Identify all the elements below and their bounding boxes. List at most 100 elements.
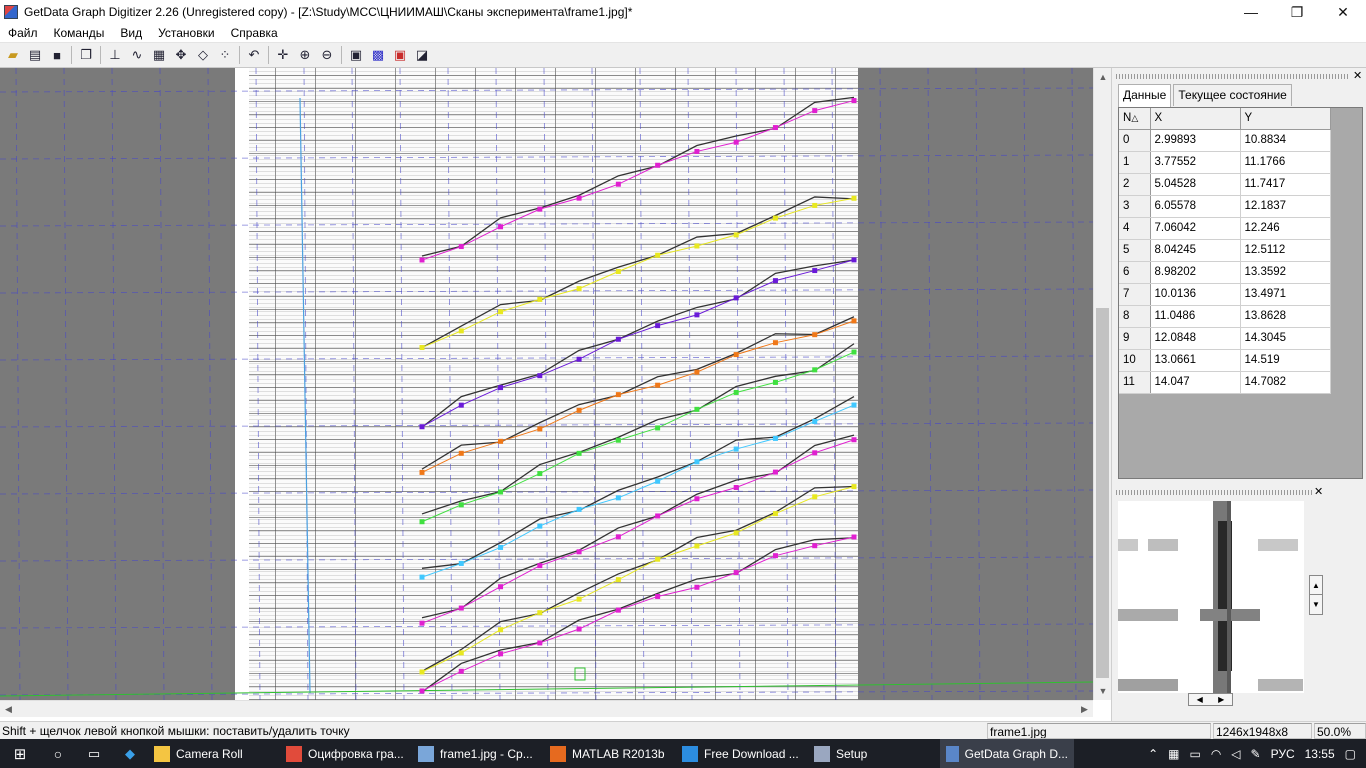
scroll-left-icon[interactable]: ◀ [0, 701, 17, 718]
cell-x[interactable]: 7.06042 [1150, 217, 1241, 240]
table-row[interactable]: 11 14.047 14.7082 [1119, 371, 1331, 394]
cell-x[interactable]: 6.05578 [1150, 195, 1241, 218]
tab-current-state[interactable]: Текущее состояние [1173, 84, 1292, 106]
tray-battery-icon[interactable]: ▭ [1189, 747, 1200, 761]
cell-y[interactable]: 12.1837 [1240, 195, 1331, 218]
clock[interactable]: 13:55 [1305, 747, 1335, 761]
undo-icon[interactable]: ↶ [243, 44, 265, 66]
cell-n[interactable]: 1 [1119, 151, 1151, 174]
column-header-x[interactable]: X [1150, 108, 1241, 130]
telegram-icon[interactable]: ◆ [112, 739, 148, 768]
cell-y[interactable]: 14.7082 [1240, 371, 1331, 394]
tab-data[interactable]: Данные [1118, 84, 1172, 107]
scroll-up-icon[interactable]: ▲ [1094, 68, 1112, 85]
table-row[interactable]: 4 7.06042 12.246 [1119, 217, 1331, 240]
menu-file[interactable]: Файл [0, 24, 46, 43]
cell-n[interactable]: 6 [1119, 261, 1151, 284]
vertical-scrollbar[interactable]: ▲ ▼ [1093, 68, 1111, 700]
scroll-right-icon[interactable]: ▶ [1076, 701, 1093, 718]
menu-view[interactable]: Вид [112, 24, 150, 43]
column-header-n[interactable]: N△ [1119, 108, 1151, 130]
table-row[interactable]: 1 3.77552 11.1766 [1119, 151, 1331, 174]
zoom-in-icon[interactable]: ⊕ [294, 44, 316, 66]
cell-n[interactable]: 8 [1119, 305, 1151, 328]
eraser-icon[interactable]: ◇ [192, 44, 214, 66]
notifications-icon[interactable]: ▢ [1345, 747, 1356, 761]
taskbar-item[interactable]: frame1.jpg - Ср... [412, 739, 544, 768]
tray-chevron-icon[interactable]: ⌃ [1148, 747, 1158, 761]
grid-icon[interactable]: ▩ [367, 44, 389, 66]
tray-pen-icon[interactable]: ✎ [1251, 747, 1261, 761]
cell-y[interactable]: 14.519 [1240, 349, 1331, 372]
cell-n[interactable]: 10 [1119, 349, 1151, 372]
cell-y[interactable]: 13.3592 [1240, 261, 1331, 284]
table-row[interactable]: 7 10.0136 13.4971 [1119, 283, 1331, 306]
table-row[interactable]: 5 8.04245 12.5112 [1119, 239, 1331, 262]
cell-n[interactable]: 7 [1119, 283, 1151, 306]
cell-y[interactable]: 12.246 [1240, 217, 1331, 240]
cell-x[interactable]: 13.0661 [1150, 349, 1241, 372]
menu-help[interactable]: Справка [223, 24, 286, 43]
cell-n[interactable]: 11 [1119, 371, 1151, 394]
line-digitize-icon[interactable]: ∿ [126, 44, 148, 66]
cell-x[interactable]: 2.99893 [1150, 129, 1241, 152]
cell-x[interactable]: 12.0848 [1150, 327, 1241, 350]
cell-n[interactable]: 3 [1119, 195, 1151, 218]
search-icon[interactable]: ○ [40, 739, 76, 768]
menu-settings[interactable]: Установки [150, 24, 222, 43]
table-row[interactable]: 9 12.0848 14.3045 [1119, 327, 1331, 350]
table-row[interactable]: 3 6.05578 12.1837 [1119, 195, 1331, 218]
maximize-button[interactable]: ❐ [1274, 0, 1320, 24]
zoom-out-icon[interactable]: ⊖ [316, 44, 338, 66]
cell-x[interactable]: 3.77552 [1150, 151, 1241, 174]
taskbar-item[interactable]: Camera Roll [148, 739, 280, 768]
table-row[interactable]: 8 11.0486 13.8628 [1119, 305, 1331, 328]
column-header-y[interactable]: Y [1240, 108, 1331, 130]
points-icon[interactable]: ▣ [389, 44, 411, 66]
table-row[interactable]: 6 8.98202 13.3592 [1119, 261, 1331, 284]
cell-y[interactable]: 14.3045 [1240, 327, 1331, 350]
cell-x[interactable]: 8.98202 [1150, 261, 1241, 284]
cell-y[interactable]: 10.8834 [1240, 129, 1331, 152]
panel-grip[interactable] [1116, 74, 1348, 79]
tray-volume-icon[interactable]: ◁ [1231, 747, 1240, 761]
copy-icon[interactable]: ❐ [75, 44, 97, 66]
cell-n[interactable]: 9 [1119, 327, 1151, 350]
cell-x[interactable]: 11.0486 [1150, 305, 1241, 328]
point-capture-icon[interactable]: ✥ [170, 44, 192, 66]
scroll-thumb[interactable] [1096, 308, 1109, 678]
area-digitize-icon[interactable]: ▦ [148, 44, 170, 66]
scroll-down-icon[interactable]: ▼ [1094, 682, 1112, 699]
point-sort-icon[interactable]: ⁘ [214, 44, 236, 66]
digitize-overlay[interactable] [0, 68, 1093, 700]
cell-y[interactable]: 13.8628 [1240, 305, 1331, 328]
cell-y[interactable]: 12.5112 [1240, 239, 1331, 262]
axis-icon[interactable]: ⊥ [104, 44, 126, 66]
save-icon[interactable]: ■ [46, 44, 68, 66]
close-button[interactable]: ✕ [1320, 0, 1366, 24]
magnifier-left-icon[interactable]: ◀ [1197, 695, 1203, 704]
taskbar-item[interactable]: GetData Graph D... [940, 739, 1074, 768]
task-view-icon[interactable]: ▭ [76, 739, 112, 768]
scan-icon[interactable]: ▤ [24, 44, 46, 66]
magnifier-zoom-spinner[interactable]: ▲ ▼ [1309, 575, 1323, 615]
taskbar-item[interactable]: Setup [808, 739, 940, 768]
magnifier-right-icon[interactable]: ▶ [1218, 695, 1224, 704]
start-icon[interactable]: ⊞ [0, 739, 40, 768]
spin-up-icon[interactable]: ▲ [1310, 576, 1322, 595]
open-icon[interactable]: ▰ [2, 44, 24, 66]
taskbar-item[interactable]: Оцифровка гра... [280, 739, 412, 768]
minimize-button[interactable]: — [1228, 0, 1274, 24]
taskbar-item[interactable]: MATLAB R2013b [544, 739, 676, 768]
cell-y[interactable]: 11.7417 [1240, 173, 1331, 196]
cell-y[interactable]: 11.1766 [1240, 151, 1331, 174]
cell-y[interactable]: 13.4971 [1240, 283, 1331, 306]
table-row[interactable]: 0 2.99893 10.8834 [1119, 129, 1331, 152]
digitizer-canvas[interactable] [0, 68, 1093, 700]
magnifier-close-icon[interactable]: ✕ [1314, 485, 1323, 498]
cell-x[interactable]: 5.04528 [1150, 173, 1241, 196]
taskbar-item[interactable]: Free Download ... [676, 739, 808, 768]
cell-n[interactable]: 4 [1119, 217, 1151, 240]
cell-n[interactable]: 2 [1119, 173, 1151, 196]
image-icon[interactable]: ▣ [345, 44, 367, 66]
